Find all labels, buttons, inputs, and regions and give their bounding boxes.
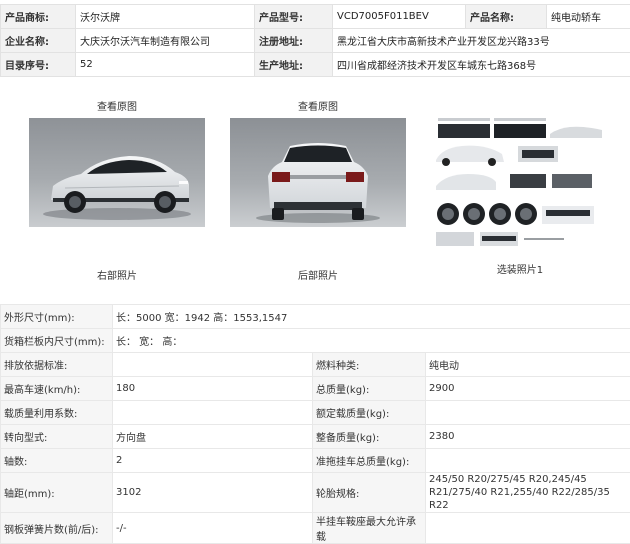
- cargo-box-label: 货箱栏板内尺寸(mm):: [1, 329, 113, 353]
- dimensions-value: 长：5000 宽：1942 高：1553,1547: [113, 305, 630, 329]
- photo-optional: 查看原图: [430, 92, 610, 276]
- photo-gallery: 查看原图: [0, 92, 630, 292]
- optional-collage-photo[interactable]: [432, 114, 608, 249]
- registered-address-value: 黑龙江省大庆市高新技术产业开发区龙兴路33号: [333, 29, 630, 53]
- axle-count-label: 轴数:: [1, 449, 113, 473]
- trailer-mass-value: [426, 449, 630, 473]
- caption-right: 右部照片: [27, 267, 207, 282]
- wheelbase-label: 轴距(mm):: [1, 473, 113, 513]
- load-factor-value: [113, 401, 313, 425]
- steering-value: 方向盘: [113, 425, 313, 449]
- car-side-photo[interactable]: [29, 118, 205, 227]
- spec-row: 转向型式: 方向盘 整备质量(kg): 2380: [1, 425, 630, 449]
- model-label: 产品型号:: [255, 5, 333, 29]
- wheelbase-value: 3102: [113, 473, 313, 513]
- catalog-no-label: 目录序号:: [1, 53, 76, 77]
- curb-mass-value: 2380: [426, 425, 630, 449]
- caption-rear: 后部照片: [228, 267, 408, 282]
- spec-row: 钢板弹簧片数(前/后): -/- 半挂车鞍座最大允许承载: [1, 513, 630, 544]
- brand-value: 沃尔沃牌: [76, 5, 255, 29]
- steering-label: 转向型式:: [1, 425, 113, 449]
- model-value: VCD7005F011BEV: [333, 5, 466, 29]
- optional-collage-illustration: [432, 114, 608, 249]
- product-name-label: 产品名称:: [466, 5, 547, 29]
- fuel-type-label: 燃料种类:: [313, 353, 426, 377]
- product-name-value: 纯电动轿车: [547, 5, 630, 29]
- total-mass-label: 总质量(kg):: [313, 377, 426, 401]
- brand-label: 产品商标:: [1, 5, 76, 29]
- curb-mass-label: 整备质量(kg):: [313, 425, 426, 449]
- company-value: 大庆沃尔沃汽车制造有限公司: [76, 29, 255, 53]
- max-speed-label: 最高车速(km/h):: [1, 377, 113, 401]
- car-rear-illustration: [230, 118, 406, 227]
- cargo-box-value: 长： 宽： 高：: [113, 329, 630, 353]
- rated-load-value: [426, 401, 630, 425]
- tire-spec-label: 轮胎规格:: [313, 473, 426, 513]
- emission-standard-value: [113, 353, 313, 377]
- spec-row: 最高车速(km/h): 180 总质量(kg): 2900: [1, 377, 630, 401]
- info-row: 产品商标: 沃尔沃牌 产品型号: VCD7005F011BEV 产品名称: 纯电…: [1, 5, 630, 29]
- spec-row: 载质量利用系数: 额定载质量(kg):: [1, 401, 630, 425]
- specification-table: 外形尺寸(mm): 长：5000 宽：1942 高：1553,1547 货箱栏板…: [0, 304, 630, 544]
- production-address-value: 四川省成都经济技术开发区车城东七路368号: [333, 53, 630, 77]
- leaf-spring-value: -/-: [113, 513, 313, 544]
- caption-optional: 选装照片1: [430, 261, 610, 276]
- rated-load-label: 额定载质量(kg):: [313, 401, 426, 425]
- fuel-type-value: 纯电动: [426, 353, 630, 377]
- info-row: 企业名称: 大庆沃尔沃汽车制造有限公司 注册地址: 黑龙江省大庆市高新技术产业开…: [1, 29, 630, 53]
- car-side-illustration: [29, 118, 205, 227]
- saddle-load-value: [426, 513, 630, 544]
- registered-address-label: 注册地址:: [255, 29, 333, 53]
- emission-standard-label: 排放依据标准:: [1, 353, 113, 377]
- trailer-mass-label: 准拖挂车总质量(kg):: [313, 449, 426, 473]
- spec-row: 轴距(mm): 3102 轮胎规格: 245/50 R20/275/45 R20…: [1, 473, 630, 513]
- info-row: 目录序号: 52 生产地址: 四川省成都经济技术开发区车城东七路368号: [1, 53, 630, 77]
- spec-row: 外形尺寸(mm): 长：5000 宽：1942 高：1553,1547: [1, 305, 630, 329]
- catalog-no-value: 52: [76, 53, 255, 77]
- production-address-label: 生产地址:: [255, 53, 333, 77]
- company-label: 企业名称:: [1, 29, 76, 53]
- spec-row: 轴数: 2 准拖挂车总质量(kg):: [1, 449, 630, 473]
- axle-count-value: 2: [113, 449, 313, 473]
- view-original-link-rear[interactable]: 查看原图: [228, 92, 408, 118]
- load-factor-label: 载质量利用系数:: [1, 401, 113, 425]
- car-rear-photo[interactable]: [230, 118, 406, 227]
- product-info-table: 产品商标: 沃尔沃牌 产品型号: VCD7005F011BEV 产品名称: 纯电…: [0, 4, 630, 77]
- max-speed-value: 180: [113, 377, 313, 401]
- dimensions-label: 外形尺寸(mm):: [1, 305, 113, 329]
- tire-spec-value: 245/50 R20/275/45 R20,245/45 R21/275/40 …: [426, 473, 630, 513]
- photo-rear: 查看原图: [228, 92, 408, 282]
- photo-right: 查看原图: [27, 92, 207, 282]
- spec-row: 货箱栏板内尺寸(mm): 长： 宽： 高：: [1, 329, 630, 353]
- spec-row: 排放依据标准: 燃料种类: 纯电动: [1, 353, 630, 377]
- total-mass-value: 2900: [426, 377, 630, 401]
- view-original-link-right[interactable]: 查看原图: [27, 92, 207, 118]
- leaf-spring-label: 钢板弹簧片数(前/后):: [1, 513, 113, 544]
- saddle-load-label: 半挂车鞍座最大允许承载: [313, 513, 426, 544]
